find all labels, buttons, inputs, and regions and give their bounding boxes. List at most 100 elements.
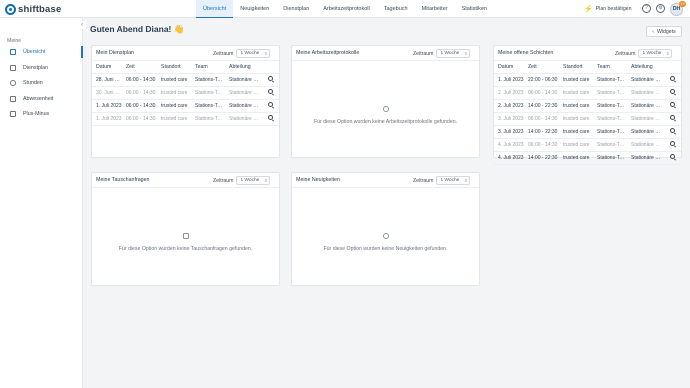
range-filter: Zeitraum 1 Woche ⇕ — [615, 49, 673, 58]
sidebar-item-stunden[interactable]: Stunden — [0, 77, 83, 89]
row-action[interactable] — [261, 86, 279, 100]
card-meine-neuigkeiten: Meine Neuigkeiten Zeitraum 1 Woche ⇕ Für … — [291, 172, 480, 286]
cell-location: trusted care — [559, 73, 593, 87]
sidebar-item-plus-minus[interactable]: Plus-Minus — [0, 108, 83, 120]
cell-date: 2. Juli 2023 — [494, 86, 524, 100]
card-meine-tauschanfragen: Meine Tauschanfragen Zeitraum 1 Woche ⇕ F… — [91, 172, 280, 286]
nav-statistiken[interactable]: Statistiken — [455, 0, 494, 18]
card-header: Meine Arbeitszeitprotokolle Zeitraum 1 W… — [292, 46, 479, 60]
empty-state-text: Für diese Option wurden keine Arbeitszei… — [313, 119, 458, 125]
table-row[interactable]: 28. Juni 202306:00 - 14:30trusted careSt… — [92, 73, 279, 87]
table-row[interactable]: 2. Juli 2023 14:00 - 22:30 trusted care Sta… — [494, 99, 681, 113]
nav-neuigkeiten[interactable]: Neuigkeiten — [233, 0, 276, 18]
table-row[interactable]: 4. Juli 2023 14:00 - 22:30 trusted care Sta… — [494, 151, 681, 165]
widgets-label: Widgets — [656, 28, 676, 35]
range-select[interactable]: 1 Woche ⇕ — [236, 49, 271, 58]
table-row[interactable]: 30. Juni 202306:00 - 14:30trusted careSt… — [92, 86, 279, 100]
magnifier-icon — [669, 102, 675, 107]
sidebar-item-abwesenheit[interactable]: Abwesenheit — [0, 93, 83, 105]
action-column-header — [261, 61, 279, 74]
column-header: Zeit — [524, 61, 559, 74]
card-mein-dienstplan: Mein Dienstplan Zeitraum 1 Woche ⇕ Datum … — [91, 45, 280, 158]
cell-department: Stationäre Pflege — [627, 112, 663, 126]
range-select[interactable]: 1 Woche ⇕ — [436, 176, 471, 185]
select-arrows-icon: ⇕ — [464, 178, 468, 183]
cell-location: trusted care — [157, 73, 191, 87]
column-header: Abteilung — [627, 61, 663, 74]
column-header: Datum — [494, 61, 524, 74]
row-action[interactable] — [663, 112, 681, 126]
empty-state: Für diese Option wurden keine Neuigkeite… — [292, 226, 479, 252]
cell-time: 06:00 - 14:30 — [122, 86, 157, 100]
row-action[interactable] — [663, 99, 681, 113]
range-label: Zeitraum — [413, 50, 434, 57]
range-select[interactable]: 1 Woche ⇕ — [436, 49, 471, 58]
column-header: Team — [191, 61, 225, 74]
row-action[interactable] — [261, 73, 279, 87]
notification-badge: 19 — [679, 1, 686, 7]
sidebar-item-label: Dienstplan — [23, 65, 49, 71]
sidebar-item-dienstplan[interactable]: Dienstplan — [0, 62, 83, 74]
table-row[interactable]: 3. Juli 2023 06:00 - 14:30 trusted care Sta… — [494, 112, 681, 126]
row-action[interactable] — [261, 112, 279, 126]
nav-tagebuch[interactable]: Tagebuch — [377, 0, 415, 18]
range-label: Zeitraum — [213, 50, 234, 57]
top-navigation-bar: shiftbase Übersicht Neuigkeiten Dienstpl… — [0, 0, 690, 18]
cell-department: Stationäre Pflege — [627, 151, 663, 165]
collapse-sidebar-chevron-icon[interactable]: ‹ — [78, 21, 86, 29]
range-label: Zeitraum — [615, 50, 636, 57]
range-label: Zeitraum — [413, 177, 434, 184]
row-action[interactable] — [663, 151, 681, 165]
nav-arbeitszeitprotokoll[interactable]: Arbeitszeitprotokoll — [316, 0, 376, 18]
table-row[interactable]: 1. Juli 2023 22:00 - 06:30 trusted care Sta… — [494, 73, 681, 87]
sidebar-item-label: Plus-Minus — [23, 111, 50, 117]
magnifier-icon — [669, 115, 675, 120]
cell-department: Stationäre Pflege — [627, 73, 663, 87]
cell-location: trusted care — [559, 138, 593, 152]
cell-date: 2. Juli 2023 — [494, 99, 524, 113]
cell-date: 3. Juli 2023 — [494, 125, 524, 139]
home-icon — [10, 49, 16, 55]
shiftbase-logo[interactable]: shiftbase — [5, 3, 62, 15]
nav-dienstplan[interactable]: Dienstplan — [276, 0, 316, 18]
table-row[interactable]: 3. Juli 2023 14:00 - 22:30 trusted care Sta… — [494, 125, 681, 139]
divider — [92, 187, 279, 188]
magnifier-icon — [669, 89, 675, 94]
cell-location: trusted care — [559, 151, 593, 165]
table-row[interactable]: 2. Juli 2023 06:00 - 14:30 trusted care Sta… — [494, 86, 681, 100]
brand-name: shiftbase — [18, 3, 62, 15]
calendar-icon — [10, 65, 16, 71]
approve-plan-button[interactable]: ⚡ Plan bestätigen — [584, 4, 631, 14]
card-header: Meine offene Schichten Zeitraum 1 Woche ⇕ — [494, 46, 681, 60]
range-select[interactable]: 1 Woche ⇕ — [236, 176, 271, 185]
range-select[interactable]: 1 Woche ⇕ — [638, 49, 673, 58]
cell-team: Stations-Team — [191, 86, 225, 100]
row-action[interactable] — [663, 86, 681, 100]
sidebar-item-uebersicht[interactable]: Übersicht — [0, 46, 83, 58]
cell-date: 3. Juli 2023 — [494, 112, 524, 126]
cell-team: Stations-Team — [593, 86, 627, 100]
row-action[interactable] — [663, 125, 681, 139]
table-row[interactable]: 1. Juli 2023 06:00 - 14:30 trusted care Sta… — [92, 112, 279, 126]
row-action[interactable] — [663, 73, 681, 87]
row-action[interactable] — [663, 138, 681, 152]
dienstplan-table: Datum Zeit Standort Team Abteilung 28. J… — [92, 61, 279, 126]
cell-date: 1. Juli 2023 — [494, 73, 524, 87]
card-title: Mein Dienstplan — [96, 50, 134, 56]
range-filter: Zeitraum 1 Woche ⇕ — [213, 176, 271, 185]
nav-mitarbeiter[interactable]: Mitarbeiter — [415, 0, 455, 18]
table-row[interactable]: 4. Juli 2023 06:00 - 14:30 trusted care Sta… — [494, 138, 681, 152]
range-filter: Zeitraum 1 Woche ⇕ — [413, 49, 471, 58]
table-row[interactable]: 1. Juli 2023 06:00 - 14:30 trusted care Sta… — [92, 99, 279, 113]
nav-uebersicht[interactable]: Übersicht — [196, 0, 234, 18]
cell-date: 1. Juli 2023 — [92, 112, 122, 126]
magnifier-icon — [669, 154, 675, 159]
widgets-button[interactable]: ‹ Widgets — [646, 26, 682, 37]
help-icon[interactable]: ? — [642, 4, 651, 13]
row-action[interactable] — [261, 99, 279, 113]
magnifier-icon — [267, 76, 273, 81]
cell-time: 06:00 - 14:30 — [524, 112, 559, 126]
cell-time: 06:00 - 14:30 — [524, 138, 559, 152]
select-arrows-icon: ⇕ — [264, 178, 268, 183]
settings-gear-icon[interactable]: ⚙ — [656, 4, 665, 13]
